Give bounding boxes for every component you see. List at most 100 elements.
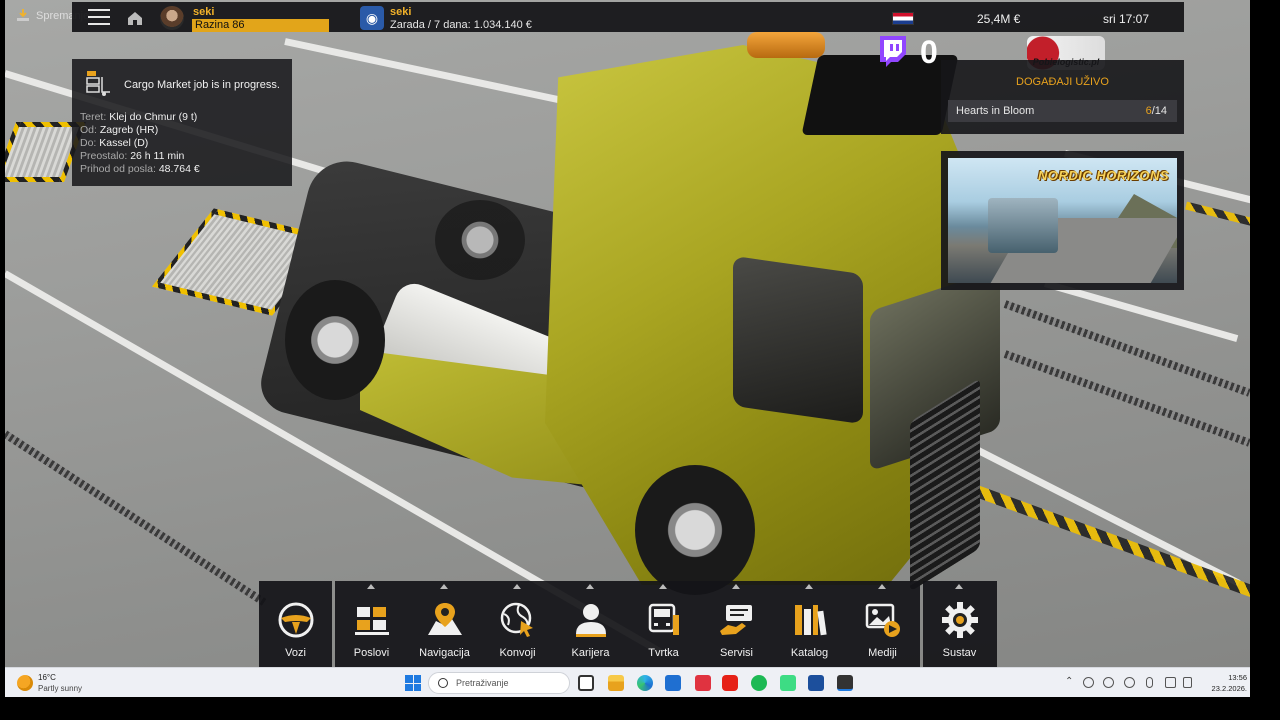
avatar[interactable] <box>160 6 184 30</box>
tray-settings-icon[interactable] <box>1083 677 1094 688</box>
drain-rail <box>1003 350 1250 447</box>
menu-arrow-icon <box>586 584 594 589</box>
live-events-panel: DOGAĐAJI UŽIVO Hearts in Bloom 6/14 <box>941 60 1184 134</box>
store-icon[interactable] <box>665 675 681 691</box>
level-progress-bar: Razina 86 <box>192 19 329 32</box>
money-balance: 25,4M € <box>977 12 1021 26</box>
live-event-progress: 6/14 <box>1145 105 1167 117</box>
menu-item-vozi[interactable]: Vozi <box>259 581 332 667</box>
menu-label: Sustav <box>942 647 977 659</box>
system-date[interactable]: 23.2.2026. <box>1201 684 1247 693</box>
menu-item-karijera[interactable]: Karijera <box>554 581 627 667</box>
drain-rail <box>5 430 268 607</box>
job-info-panel: Cargo Market job is in progress. Teret: … <box>72 59 292 186</box>
company-profit: Zarada / 7 dana: 1.034.140 € <box>390 19 532 31</box>
windows-taskbar: 16°C Partly sunny Pretraživanje ⌃ 13:56 … <box>5 667 1250 697</box>
taskbar-search-box[interactable]: Pretraživanje <box>428 672 570 694</box>
company-name: seki <box>390 6 412 18</box>
windows-start-icon[interactable] <box>405 675 421 691</box>
menu-arrow-icon <box>367 584 375 589</box>
media-icon <box>865 603 900 637</box>
tray-microphone-icon[interactable] <box>1146 677 1153 688</box>
twitch-icon[interactable] <box>875 34 909 68</box>
promo-banner-image[interactable]: NORDIC HORIZONS <box>948 158 1177 283</box>
company-logo-icon[interactable]: ◉ <box>360 6 384 30</box>
home-icon[interactable] <box>126 10 144 26</box>
job-cargo-row: Teret: Klej do Chmur (9 t) <box>80 111 198 123</box>
android-app-icon[interactable] <box>780 675 796 691</box>
menu-label: Mediji <box>868 647 897 659</box>
hamburger-menu-icon[interactable] <box>88 9 110 27</box>
gear-icon <box>942 602 978 638</box>
task-view-icon[interactable] <box>578 675 594 691</box>
hazard-strip <box>1185 201 1250 227</box>
weather-widget[interactable]: 16°C Partly sunny <box>5 668 95 698</box>
menu-item-konvoji[interactable]: Konvoji <box>481 581 554 667</box>
promo-panel[interactable]: NORDIC HORIZONS <box>941 151 1184 290</box>
tray-volume-icon[interactable] <box>1183 677 1192 688</box>
menu-label: Konvoji <box>499 647 536 659</box>
save-icon <box>17 9 29 21</box>
menu-label: Karijera <box>571 647 610 659</box>
menu-item-sustav[interactable]: Sustav <box>923 581 996 667</box>
twitch-viewer-count: 0 <box>920 34 938 70</box>
service-icon <box>720 605 752 635</box>
promo-title: NORDIC HORIZONS <box>1038 168 1169 183</box>
spotify-icon[interactable] <box>751 675 767 691</box>
player-name: seki <box>193 6 215 18</box>
truck-front-icon <box>648 603 679 635</box>
tray-network-icon[interactable] <box>1165 677 1176 688</box>
truck-beacon-light <box>747 32 825 58</box>
menu-arrow-icon <box>659 584 667 589</box>
game-clock: sri 17:07 <box>1103 12 1150 26</box>
menu-label: Katalog <box>790 647 829 659</box>
globe-cursor-icon <box>500 602 533 637</box>
job-origin-row: Od: Zagreb (HR) <box>80 124 159 136</box>
promo-truck <box>988 198 1058 253</box>
map-pin-icon <box>428 603 462 635</box>
steering-wheel-icon <box>278 602 314 638</box>
menu-arrow-icon <box>440 584 448 589</box>
menu-item-katalog[interactable]: Katalog <box>773 581 846 667</box>
search-icon <box>438 678 448 688</box>
youtube-icon[interactable] <box>722 675 738 691</box>
menu-label: Navigacija <box>419 647 470 659</box>
person-icon <box>576 604 606 637</box>
menu-label: Servisi <box>719 647 753 659</box>
tray-cloud-icon[interactable] <box>1124 677 1135 688</box>
file-explorer-icon[interactable] <box>608 675 624 691</box>
bluestacks-icon[interactable] <box>808 675 824 691</box>
tray-chevron-up-icon[interactable]: ⌃ <box>1065 676 1073 687</box>
menu-label: Vozi <box>285 647 306 659</box>
menu-arrow-icon <box>732 584 740 589</box>
menu-item-poslovi[interactable]: Poslovi <box>335 581 408 667</box>
system-time[interactable]: 13:56 <box>1219 673 1247 682</box>
weather-temperature: 16°C <box>38 673 56 682</box>
menu-arrow-icon <box>955 584 963 589</box>
road-line <box>284 38 580 108</box>
menu-item-servisi[interactable]: Servisi <box>700 581 773 667</box>
level-label: Razina 86 <box>195 19 245 31</box>
truck-wheel <box>635 465 755 595</box>
job-remaining-row: Preostalo: 26 h 11 min <box>80 150 185 162</box>
lock-app-icon[interactable] <box>695 675 711 691</box>
truck-side-window <box>733 255 863 425</box>
menu-item-tvrtka[interactable]: Tvrtka <box>627 581 700 667</box>
menu-arrow-icon <box>878 584 886 589</box>
menu-label: Tvrtka <box>648 647 679 659</box>
live-event-row[interactable]: Hearts in Bloom 6/14 <box>948 100 1177 122</box>
live-events-title: DOGAĐAJI UŽIVO <box>1016 76 1109 88</box>
partly-sunny-icon <box>17 675 33 691</box>
job-destination-row: Do: Kassel (D) <box>80 137 149 149</box>
cargo-job-icon <box>86 71 110 96</box>
truck-game-icon[interactable] <box>837 675 853 691</box>
tray-sync-icon[interactable] <box>1103 677 1114 688</box>
truck-wheel <box>285 280 385 400</box>
edge-browser-icon[interactable] <box>637 675 653 691</box>
menu-label: Poslovi <box>353 647 390 659</box>
hazard-strip <box>942 473 1250 599</box>
menu-arrow-icon <box>805 584 813 589</box>
menu-item-mediji[interactable]: Mediji <box>846 581 919 667</box>
menu-item-navigacija[interactable]: Navigacija <box>408 581 481 667</box>
menu-arrow-icon <box>513 584 521 589</box>
